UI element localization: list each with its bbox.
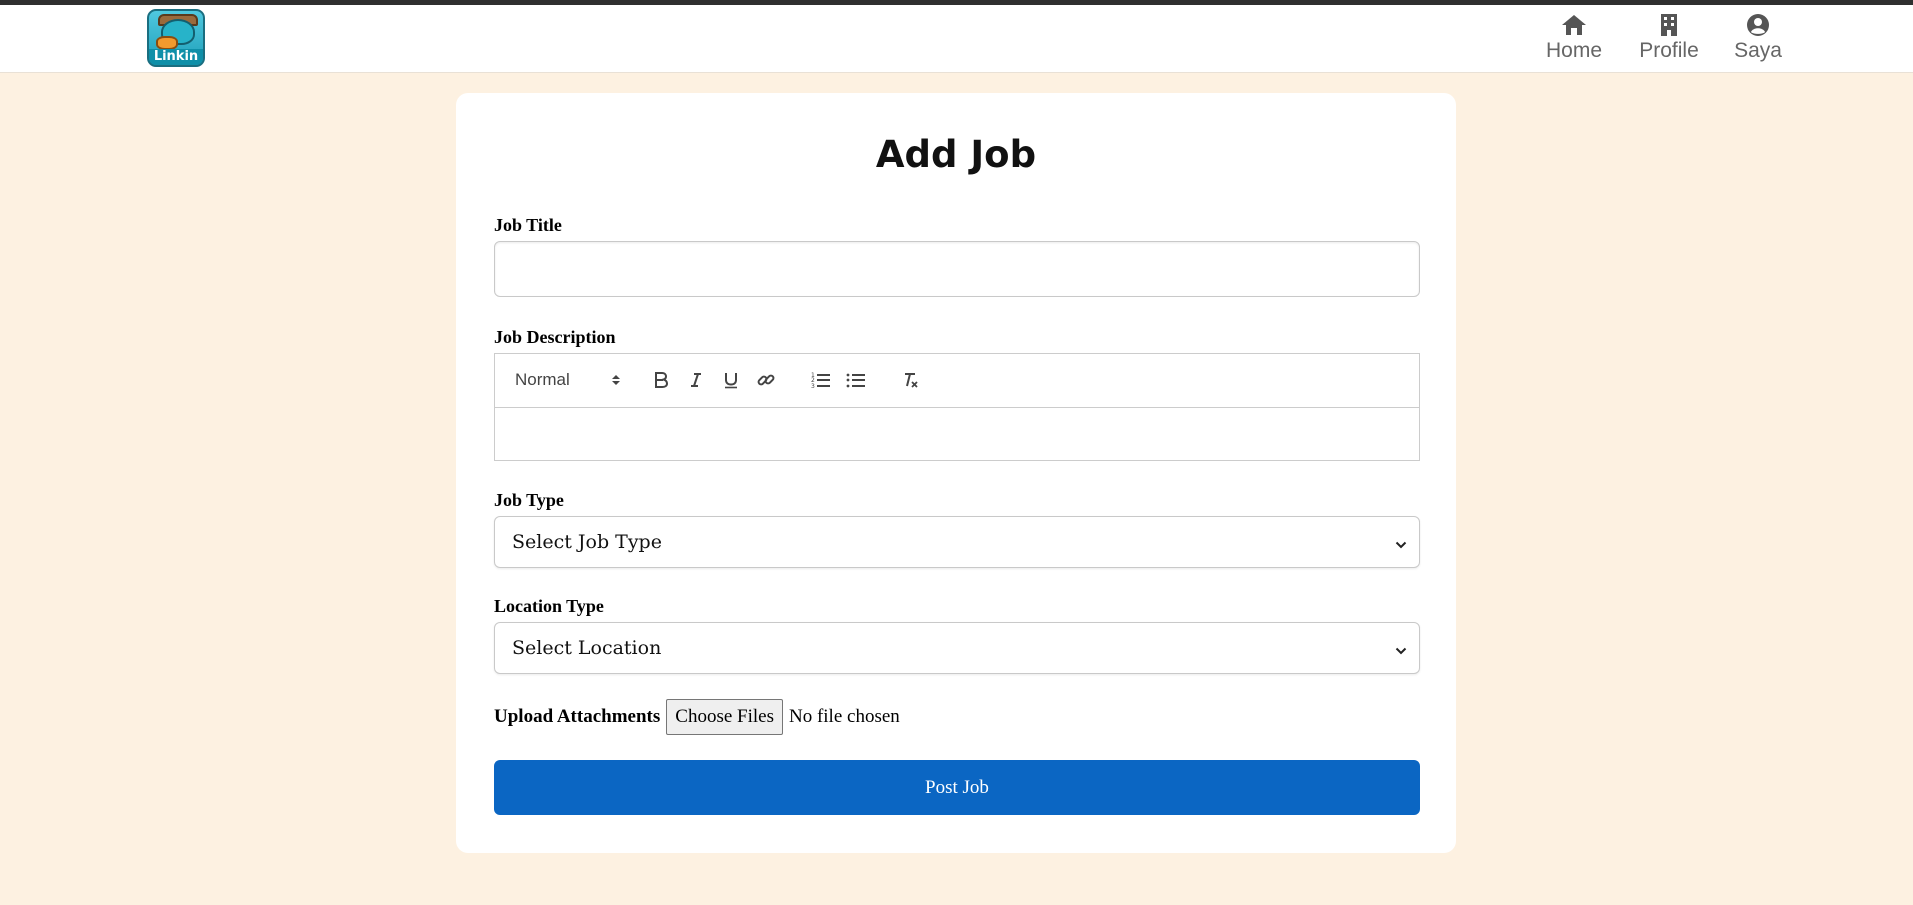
nav-saya-label: Saya bbox=[1734, 39, 1782, 62]
nav-profile-label: Profile bbox=[1639, 39, 1699, 62]
updown-arrows-icon bbox=[611, 373, 621, 387]
ordered-list-icon[interactable]: 123 bbox=[807, 366, 835, 394]
post-job-button[interactable]: Post Job bbox=[494, 760, 1420, 815]
location-type-select[interactable]: Select Location bbox=[494, 622, 1420, 674]
chevron-down-icon bbox=[1395, 534, 1407, 556]
building-icon bbox=[1659, 11, 1679, 39]
underline-icon[interactable] bbox=[717, 366, 745, 394]
format-select-value: Normal bbox=[515, 370, 570, 389]
format-select[interactable]: Normal bbox=[515, 366, 625, 394]
nav-home[interactable]: Home bbox=[1545, 11, 1603, 67]
svg-text:3: 3 bbox=[811, 383, 815, 389]
chevron-down-icon bbox=[1395, 640, 1407, 662]
bullet-list-icon[interactable] bbox=[842, 366, 870, 394]
clear-format-icon[interactable] bbox=[896, 366, 924, 394]
upload-attachments-row: Upload Attachments Choose Files No file … bbox=[494, 698, 900, 736]
job-type-selected: Select Job Type bbox=[512, 531, 662, 553]
upload-attachments-label: Upload Attachments bbox=[494, 706, 661, 727]
bold-icon[interactable] bbox=[647, 366, 675, 394]
file-status-text: No file chosen bbox=[788, 706, 900, 727]
add-job-card: Add Job Job Title Job Description Normal bbox=[456, 93, 1456, 853]
job-description-input[interactable] bbox=[495, 408, 1419, 462]
job-title-input[interactable] bbox=[494, 241, 1420, 297]
job-description-editor: Normal 123 bbox=[494, 353, 1420, 461]
nav-home-label: Home bbox=[1545, 39, 1603, 62]
job-type-label: Job Type bbox=[494, 490, 564, 510]
italic-icon[interactable] bbox=[682, 366, 710, 394]
top-navbar: Linkin Home Profile Saya bbox=[0, 0, 1913, 73]
nav-saya[interactable]: Saya bbox=[1733, 11, 1783, 67]
choose-files-button[interactable]: Choose Files bbox=[666, 699, 783, 735]
logo-platypus-beak bbox=[156, 36, 178, 50]
home-icon bbox=[1560, 11, 1588, 39]
job-description-label: Job Description bbox=[494, 327, 616, 347]
job-title-label: Job Title bbox=[494, 215, 562, 235]
nav-profile[interactable]: Profile bbox=[1637, 11, 1701, 67]
user-circle-icon bbox=[1746, 11, 1770, 39]
location-type-selected: Select Location bbox=[512, 637, 662, 659]
location-type-label: Location Type bbox=[494, 596, 604, 616]
page-title: Add Job bbox=[875, 133, 1037, 176]
job-type-select[interactable]: Select Job Type bbox=[494, 516, 1420, 568]
linkin-logo[interactable]: Linkin bbox=[147, 9, 205, 67]
link-icon[interactable] bbox=[752, 366, 780, 394]
editor-toolbar: Normal 123 bbox=[495, 354, 1419, 408]
logo-text: Linkin bbox=[149, 49, 203, 65]
